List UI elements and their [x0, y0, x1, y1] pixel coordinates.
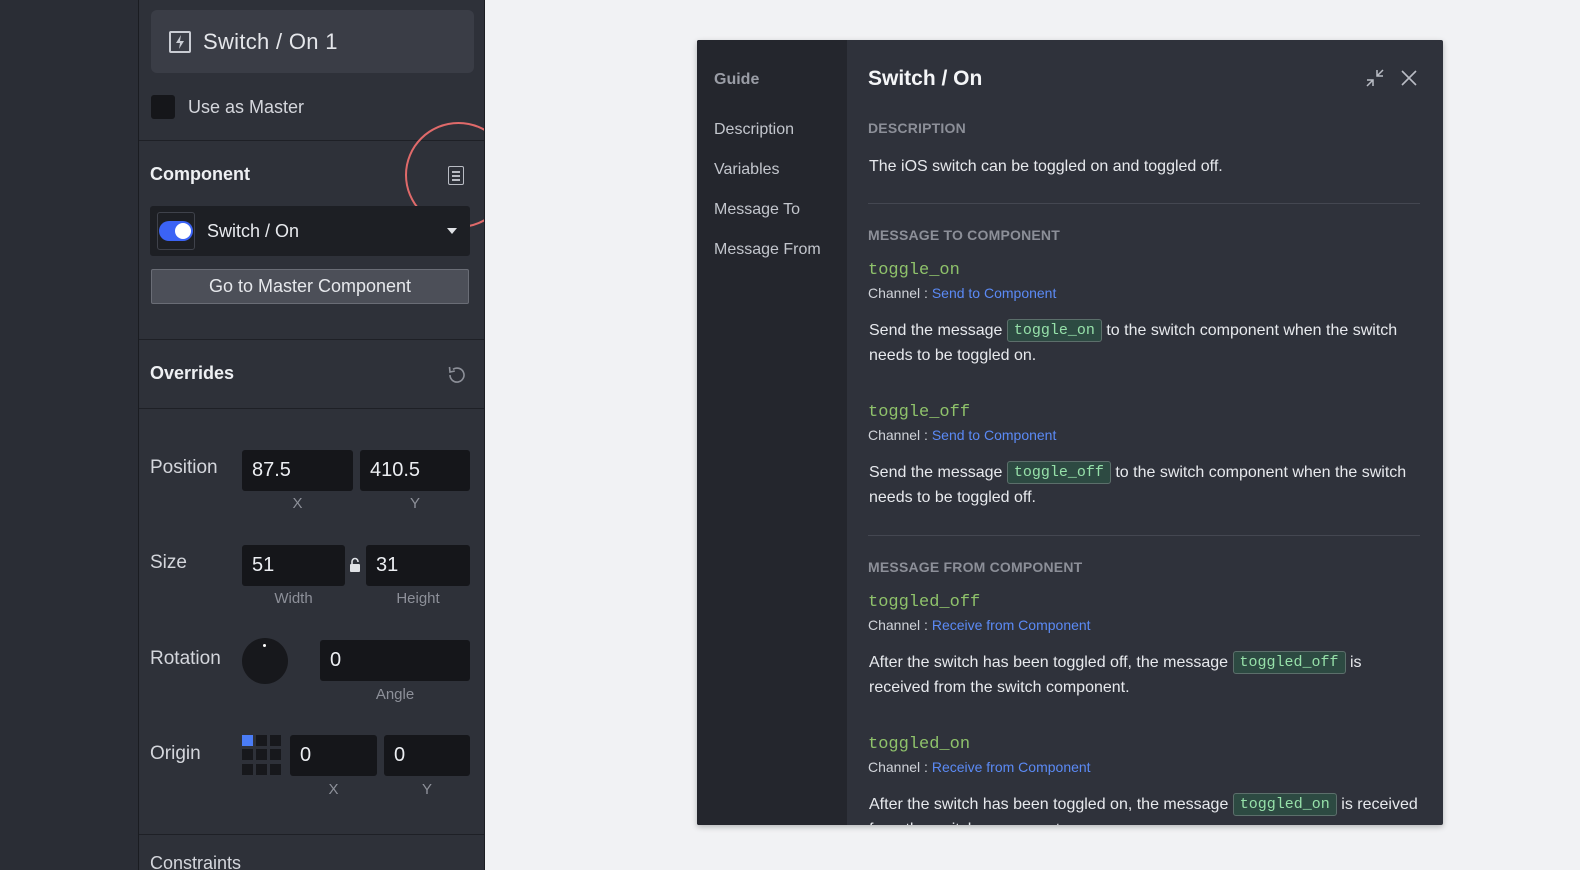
section-divider: [868, 535, 1420, 536]
message-name: toggled_off: [868, 593, 981, 612]
channel-link[interactable]: Send to Component: [932, 285, 1057, 301]
guide-nav-description[interactable]: Description: [714, 121, 794, 139]
message-description: After the switch has been toggled off, t…: [869, 650, 1419, 700]
description-text: The iOS switch can be toggled on and tog…: [869, 158, 1223, 175]
channel-link[interactable]: Send to Component: [932, 427, 1057, 443]
message-name: toggle_on: [868, 261, 960, 280]
guide-nav-variables[interactable]: Variables: [714, 161, 780, 179]
size-height-input[interactable]: 31: [366, 545, 470, 586]
origin-label: Origin: [150, 743, 201, 764]
reset-icon[interactable]: [446, 364, 468, 386]
close-icon[interactable]: [1399, 68, 1419, 88]
channel-line: Channel : Send to Component: [868, 427, 1057, 443]
use-as-master-checkbox[interactable]: [151, 95, 175, 119]
size-height-caption: Height: [396, 590, 440, 607]
position-y-input[interactable]: 410.5: [360, 450, 470, 491]
size-label: Size: [150, 552, 187, 573]
description-caption: DESCRIPTION: [868, 120, 966, 136]
divider: [139, 408, 484, 409]
channel-link[interactable]: Receive from Component: [932, 759, 1091, 775]
channel-link[interactable]: Receive from Component: [932, 617, 1091, 633]
guide-nav-message-from[interactable]: Message From: [714, 241, 821, 259]
guide-title: Switch / On: [868, 67, 983, 90]
origin-x-input[interactable]: 0: [290, 735, 377, 776]
use-as-master-label: Use as Master: [188, 96, 305, 117]
chevron-down-icon: [447, 228, 457, 234]
code-chip: toggled_on: [1232, 793, 1337, 816]
use-as-master-row[interactable]: Use as Master: [151, 95, 304, 119]
message-name: toggled_on: [868, 735, 971, 754]
divider: [139, 339, 484, 340]
channel-line: Channel : Receive from Component: [868, 759, 1091, 775]
message-name: toggle_off: [868, 403, 971, 422]
channel-line: Channel : Receive from Component: [868, 617, 1091, 633]
document-icon[interactable]: [448, 166, 464, 185]
rotation-dial[interactable]: [242, 638, 288, 684]
constraints-section-title: Constraints: [150, 853, 242, 870]
component-thumbnail: [157, 212, 195, 250]
guide-nav-title: Guide: [714, 71, 760, 88]
message-to-caption: MESSAGE TO COMPONENT: [868, 227, 1060, 243]
channel-line: Channel : Send to Component: [868, 285, 1057, 301]
canvas-left-strip: [0, 0, 138, 870]
component-select-value: Switch / On: [207, 220, 300, 241]
switch-toggle-icon: [159, 221, 193, 241]
message-description: Send the message toggle_on to the switch…: [869, 318, 1419, 368]
code-chip: toggle_on: [1006, 319, 1102, 342]
size-width-caption: Width: [274, 590, 313, 607]
component-select[interactable]: Switch / On: [150, 206, 470, 256]
overrides-section-title: Overrides: [150, 363, 235, 383]
guide-nav: Guide Description Variables Message To M…: [697, 40, 847, 825]
guide-content: Switch / On DESCRIPTION The iOS switch c…: [847, 40, 1443, 825]
rotation-angle-input[interactable]: 0: [320, 640, 470, 681]
instance-name: Switch / On 1: [203, 28, 338, 54]
size-width-input[interactable]: 51: [242, 545, 345, 586]
position-x-caption: X: [292, 495, 303, 512]
origin-y-caption: Y: [421, 781, 432, 798]
inspector-panel: Switch / On 1 Use as Master Component Sw…: [139, 0, 485, 870]
divider: [139, 140, 484, 141]
section-divider: [868, 203, 1420, 204]
instance-name-field[interactable]: Switch / On 1: [151, 10, 474, 73]
component-instance-icon: [169, 30, 191, 53]
code-chip: toggle_off: [1006, 461, 1111, 484]
component-guide-dialog: Guide Description Variables Message To M…: [697, 40, 1443, 825]
divider: [139, 834, 484, 835]
component-section-title: Component: [150, 164, 250, 184]
rotation-label: Rotation: [150, 648, 221, 669]
collapse-icon[interactable]: [1365, 68, 1385, 88]
origin-picker[interactable]: [242, 735, 282, 775]
message-description: After the switch has been toggled on, th…: [869, 792, 1419, 825]
lock-icon[interactable]: [349, 557, 361, 573]
message-from-caption: MESSAGE FROM COMPONENT: [868, 559, 1083, 575]
go-to-master-button[interactable]: Go to Master Component: [151, 269, 469, 304]
origin-x-caption: X: [328, 781, 339, 798]
code-chip: toggled_off: [1232, 651, 1346, 674]
position-label: Position: [150, 457, 218, 478]
position-x-input[interactable]: 87.5: [242, 450, 353, 491]
message-description: Send the message toggle_off to the switc…: [869, 460, 1419, 510]
origin-y-input[interactable]: 0: [384, 735, 470, 776]
position-y-caption: Y: [409, 495, 420, 512]
rotation-angle-caption: Angle: [375, 686, 415, 703]
guide-nav-message-to[interactable]: Message To: [714, 201, 800, 219]
